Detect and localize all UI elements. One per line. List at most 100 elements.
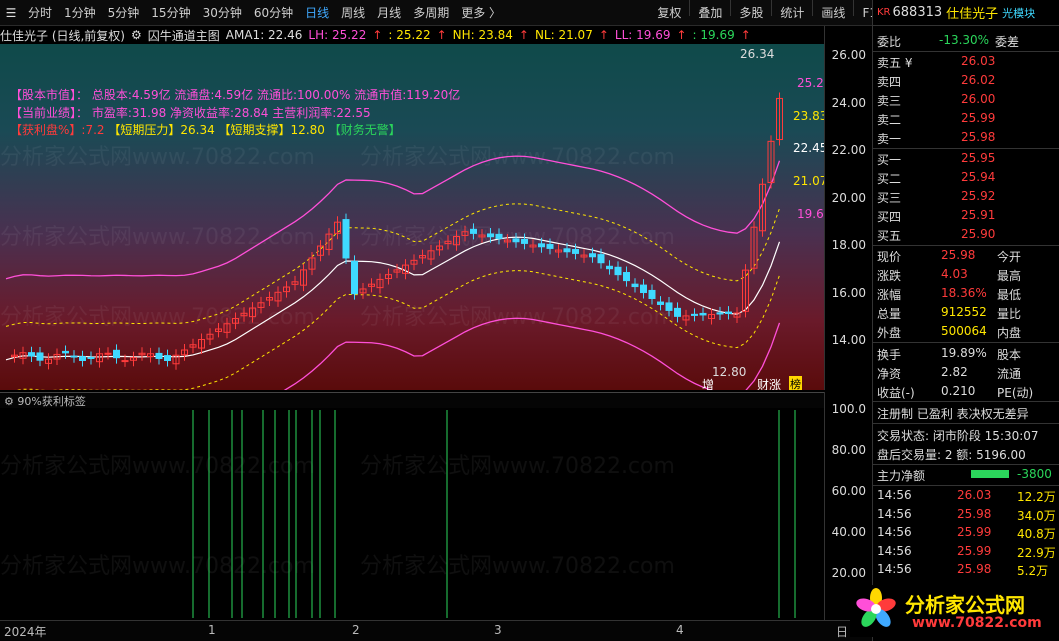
candle-body [716, 312, 724, 315]
stock-period-label: 仕佳光子 (日线,前复权) [0, 28, 125, 43]
x-label-mar: 3 [494, 623, 502, 637]
up-arrow-icon: ↑ [372, 28, 383, 42]
tick-time: 14:56 [877, 488, 912, 502]
bid-label: 买二 [877, 172, 902, 186]
tool-button-2[interactable]: 多股 [733, 0, 769, 26]
tag-increase: 增 [702, 378, 715, 390]
tick-price: 26.03 [957, 488, 992, 502]
stat2-value: 0.210 [941, 384, 976, 398]
bid-price: 25.95 [961, 151, 996, 165]
period-tab-1[interactable]: 1分钟 [58, 0, 102, 26]
tick-time: 14:56 [877, 543, 912, 558]
tool-button-0[interactable]: 复权 [651, 0, 687, 26]
tick-row: 14:56 25.98 34.0万 [877, 506, 1057, 524]
candle-body [512, 238, 520, 243]
tool-button-1[interactable]: 叠加 [692, 0, 728, 26]
main-flow-value: -3800 [1017, 467, 1052, 481]
period-tabs: 分时 1分钟 5分钟 15分钟 30分钟 60分钟 日线 周线 月线 多周期 更多 〉 [22, 0, 507, 26]
divider [873, 423, 1059, 424]
stat-row: 总量 912552 量比 [877, 304, 1057, 322]
period-tab-2[interactable]: 5分钟 [102, 0, 146, 26]
menu-icon[interactable]: ☰ [0, 2, 22, 24]
stat-value: 500064 [941, 324, 987, 338]
stat-label-2: 内盘 [997, 326, 1022, 340]
period-tab-9[interactable]: 多周期 [407, 0, 455, 26]
tag-finance-up: 财涨 [757, 378, 782, 390]
stat-label: 现价 [877, 250, 902, 264]
channel-lh-line [5, 155, 781, 280]
after-hours-volume: 盘后交易量: 2 额: 5196.00 [877, 448, 1026, 462]
tool-button-4[interactable]: 画线 [815, 0, 851, 26]
day-button[interactable]: 日 [836, 623, 848, 640]
ll-value: LL: 19.69 [614, 28, 671, 42]
candle-body [36, 352, 44, 361]
ama-value: AMA1: 22.46 [225, 28, 303, 42]
candle-body [470, 228, 477, 234]
candle-body [495, 233, 503, 239]
period-tab-10[interactable]: 更多 〉 [455, 0, 507, 26]
candle-body [597, 254, 605, 264]
main-flow-bar [971, 470, 1009, 478]
bid-label: 买五 [877, 229, 902, 243]
tool-button-3[interactable]: 统计 [774, 0, 810, 26]
channel-nh-line [5, 203, 780, 327]
ask-row: 卖三 26.00 [877, 91, 1057, 109]
stat-value: 912552 [941, 305, 987, 319]
webi-row: 委比 -13.30% 委差 [877, 32, 1057, 50]
stat2-label: 换手 [877, 348, 902, 362]
candle-body [79, 356, 86, 361]
bid-row: 买四 25.91 [877, 207, 1057, 225]
stat2-label-2: 股本 [997, 348, 1022, 362]
tick-price: 25.98 [957, 506, 992, 521]
profit-label-chart[interactable]: 分析家公式网www.70822.com 分析家公式网www.70822.com … [0, 408, 824, 620]
period-tab-6[interactable]: 日线 [299, 0, 335, 26]
tags-row: 注册制 已盈利 表决权无差异 [877, 404, 1057, 422]
lh-value: LH: 25.22 [308, 28, 367, 42]
candle-body [674, 307, 681, 317]
info-performance: 【当前业绩】： 市盈率:31.98 净资收益率:28.84 主营利润率:22.5… [10, 106, 371, 120]
candle-body [606, 265, 613, 270]
after-volume-row: 盘后交易量: 2 额: 5196.00 [877, 445, 1057, 463]
channel-ll-line [283, 317, 781, 390]
stat-label-2: 最高 [997, 269, 1022, 283]
sub-tick: 80.00 [831, 443, 866, 457]
market-badge: KR [877, 7, 891, 18]
ask-price: 26.02 [961, 73, 996, 87]
bid-price: 25.92 [961, 189, 996, 203]
sub-tick: 20.00 [831, 566, 866, 580]
tick-time: 14:56 [877, 525, 912, 539]
candle-body [563, 248, 571, 253]
gear-icon[interactable]: ⚙ [4, 395, 14, 408]
period-tab-3[interactable]: 15分钟 [145, 0, 196, 26]
tick-row: 14:56 26.03 12.2万 [877, 487, 1057, 505]
stat2-label-2: 流通 [997, 367, 1022, 381]
tick-row: 14:56 25.98 5.2万 [877, 561, 1057, 579]
tick-volume: 40.8万 [1017, 527, 1056, 541]
bid-row: 买一 25.95 [877, 150, 1057, 168]
candle-body [699, 312, 707, 316]
gear-icon[interactable]: ⚙ [131, 28, 142, 42]
bid-row: 买二 25.94 [877, 169, 1057, 187]
period-tab-4[interactable]: 30分钟 [197, 0, 248, 26]
low-marker: 12.80 [712, 365, 747, 379]
indicator-name[interactable]: 囚牛通道主图 [148, 27, 220, 44]
stock-tags: 注册制 已盈利 表决权无差异 [877, 407, 1029, 421]
ask-price: 26.00 [961, 92, 996, 106]
candle-body [62, 350, 69, 354]
stat2-row: 收益(-) 0.210 PE(动) [877, 383, 1057, 401]
period-tab-8[interactable]: 月线 [371, 0, 407, 26]
sub-tick: 40.00 [831, 525, 866, 539]
period-tab-5[interactable]: 60分钟 [248, 0, 299, 26]
main-candlestick-chart[interactable]: 分析家公式网www.70822.com 分析家公式网www.70822.com … [0, 44, 824, 390]
main-flow-label: 主力净额 [877, 469, 926, 483]
candle-body [342, 219, 350, 259]
x-label-feb: 2 [352, 623, 360, 637]
period-tab-0[interactable]: 分时 [22, 0, 58, 26]
ask-price: 25.99 [961, 111, 996, 125]
stat2-label-2: PE(动) [997, 386, 1034, 400]
period-tab-7[interactable]: 周线 [335, 0, 371, 26]
bid-price: 25.90 [961, 227, 996, 241]
sub-chart-title[interactable]: 90%获利标签 [17, 395, 85, 408]
stat-label-2: 今开 [997, 250, 1022, 264]
stat-row: 涨幅 18.36% 最低 [877, 285, 1057, 303]
